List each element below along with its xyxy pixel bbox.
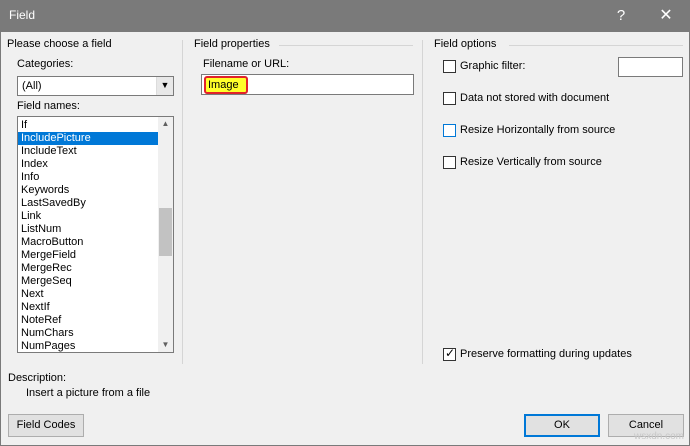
preserve-formatting-label: Preserve formatting during updates bbox=[460, 348, 632, 360]
description-label: Description: bbox=[8, 372, 67, 384]
categories-value: (All) bbox=[22, 80, 42, 92]
ok-button[interactable]: OK bbox=[524, 414, 600, 437]
panel-separator-right bbox=[422, 40, 423, 364]
description-text: Insert a picture from a file bbox=[26, 387, 151, 399]
list-item[interactable]: NumPages bbox=[18, 340, 173, 352]
field-names-list[interactable]: If IncludePicture IncludeText Index Info Keyw… bbox=[17, 116, 174, 353]
resize-vertically-label: Resize Vertically from source bbox=[460, 156, 602, 168]
scroll-down-icon[interactable]: ▼ bbox=[158, 338, 173, 352]
choose-field-heading: Please choose a field bbox=[7, 38, 112, 50]
scroll-thumb[interactable] bbox=[159, 208, 172, 256]
filename-value: Image bbox=[204, 76, 248, 94]
window-title: Field bbox=[9, 8, 36, 22]
field-names-label: Field names: bbox=[17, 100, 80, 112]
list-item[interactable]: Link bbox=[18, 210, 173, 223]
list-item[interactable]: LastSavedBy bbox=[18, 197, 173, 210]
filename-input[interactable]: Image bbox=[201, 74, 414, 95]
list-item[interactable]: NumChars bbox=[18, 327, 173, 340]
list-item[interactable]: ListNum bbox=[18, 223, 173, 236]
resize-horizontally-label: Resize Horizontally from source bbox=[460, 124, 616, 136]
filename-label: Filename or URL: bbox=[203, 58, 290, 70]
chevron-down-icon[interactable]: ▼ bbox=[156, 77, 173, 95]
dialog-body: Please choose a field Categories: (All) … bbox=[0, 32, 690, 446]
list-item[interactable]: Next bbox=[18, 288, 173, 301]
graphic-filter-checkbox[interactable] bbox=[443, 60, 456, 73]
list-item[interactable]: MergeField bbox=[18, 249, 173, 262]
preserve-formatting-checkbox[interactable]: ✓ bbox=[443, 346, 456, 361]
list-item[interactable]: NextIf bbox=[18, 301, 173, 314]
list-item[interactable]: MergeSeq bbox=[18, 275, 173, 288]
categories-label: Categories: bbox=[17, 58, 74, 70]
field-options-heading: Field options bbox=[434, 38, 497, 50]
resize-vertically-checkbox[interactable] bbox=[443, 156, 456, 169]
field-list-scrollbar[interactable]: ▲ ▼ bbox=[158, 117, 173, 352]
field-codes-button[interactable]: Field Codes bbox=[8, 414, 84, 437]
list-item[interactable]: Keywords bbox=[18, 184, 173, 197]
field-list-items: If IncludePicture IncludeText Index Info Keyw… bbox=[18, 117, 173, 352]
list-item[interactable]: If bbox=[18, 119, 173, 132]
data-not-stored-label: Data not stored with document bbox=[460, 92, 610, 104]
watermark: wsxdn.com bbox=[633, 431, 684, 442]
graphic-filter-input[interactable] bbox=[618, 57, 683, 77]
list-item[interactable]: IncludeText bbox=[18, 145, 173, 158]
field-options-rule bbox=[509, 45, 683, 46]
resize-horizontally-checkbox[interactable] bbox=[443, 124, 456, 137]
panel-separator-left bbox=[182, 40, 183, 364]
scroll-up-icon[interactable]: ▲ bbox=[158, 117, 173, 131]
list-item[interactable]: MacroButton bbox=[18, 236, 173, 249]
data-not-stored-checkbox[interactable] bbox=[443, 92, 456, 105]
list-item[interactable]: MergeRec bbox=[18, 262, 173, 275]
title-bar bbox=[0, 0, 690, 32]
list-item[interactable]: IncludePicture bbox=[18, 132, 173, 145]
categories-combo[interactable]: (All) ▼ bbox=[17, 76, 174, 96]
field-properties-heading: Field properties bbox=[194, 38, 270, 50]
checkmark-icon: ✓ bbox=[445, 346, 456, 360]
graphic-filter-label: Graphic filter: bbox=[460, 60, 526, 72]
field-properties-rule bbox=[279, 45, 413, 46]
close-button[interactable]: ✕ bbox=[644, 2, 688, 30]
help-button[interactable]: ? bbox=[604, 2, 638, 30]
list-item[interactable]: NoteRef bbox=[18, 314, 173, 327]
list-item[interactable]: Index bbox=[18, 158, 173, 171]
list-item[interactable]: Info bbox=[18, 171, 173, 184]
